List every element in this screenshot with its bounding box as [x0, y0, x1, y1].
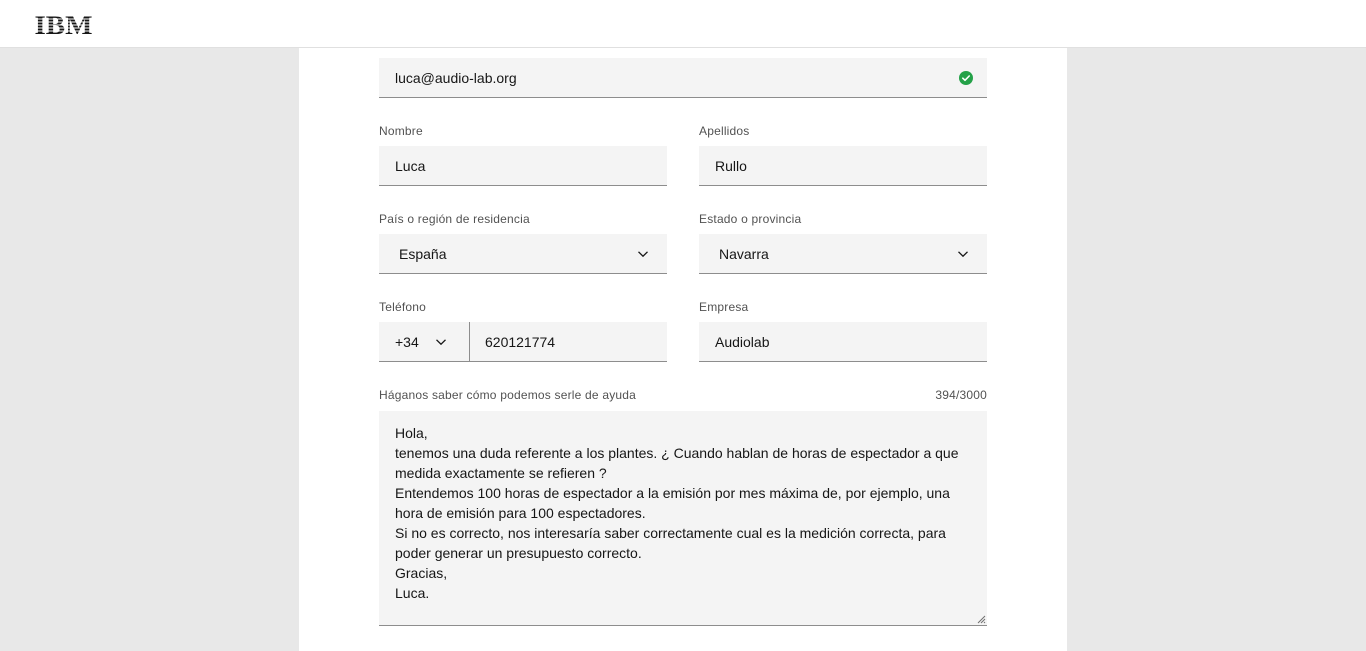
resize-handle-icon[interactable] [976, 614, 986, 624]
message-line: Entendemos 100 horas de espectador a la … [395, 485, 950, 501]
message-label: Háganos saber cómo podemos serle de ayud… [379, 388, 637, 402]
message-line: hora de emisión para 100 espectadores. [395, 505, 646, 521]
state-selected-value: Navarra [719, 245, 769, 262]
first-name-value: Luca [395, 157, 426, 174]
country-select[interactable]: España [379, 234, 667, 274]
character-counter: 394/3000 [935, 388, 987, 402]
company-field[interactable]: Audiolab [699, 322, 987, 362]
contact-form-panel: luca@audio-lab.org Nombre Luca Apellidos… [299, 48, 1067, 651]
phone-label: Teléfono [379, 300, 426, 314]
state-select[interactable]: Navarra [699, 234, 987, 274]
message-line: Luca. [395, 585, 430, 601]
company-label: Empresa [699, 300, 749, 314]
phone-number-value: 620121774 [485, 333, 556, 350]
chevron-down-icon [638, 251, 648, 258]
top-navigation-bar: IBM [0, 0, 1366, 48]
country-selected-value: España [399, 245, 447, 262]
first-name-label: Nombre [379, 124, 423, 138]
phone-field: +34 620121774 [379, 322, 667, 362]
message-line: Gracias, [395, 565, 448, 581]
message-line: Hola, [395, 425, 428, 441]
message-line: tenemos una duda referente a los plantes… [395, 445, 959, 461]
email-value: luca@audio-lab.org [395, 69, 517, 86]
message-line: medida exactamente se refieren ? [395, 465, 607, 481]
last-name-value: Rullo [715, 157, 747, 174]
last-name-field[interactable]: Rullo [699, 146, 987, 186]
message-line: Si no es correcto, nos interesaría saber… [395, 525, 946, 541]
country-label: País o región de residencia [379, 212, 530, 226]
phone-prefix-value: +34 [395, 333, 419, 350]
company-value: Audiolab [715, 333, 770, 350]
message-line: poder generar un presupuesto correcto. [395, 545, 642, 561]
chevron-down-icon [436, 339, 446, 346]
phone-prefix-select[interactable]: +34 [379, 322, 469, 361]
chevron-down-icon [958, 251, 968, 258]
last-name-label: Apellidos [699, 124, 750, 138]
check-circle-icon [959, 71, 973, 85]
email-field[interactable]: luca@audio-lab.org [379, 58, 987, 98]
message-textarea[interactable]: Hola, tenemos una duda referente a los p… [379, 411, 987, 626]
phone-number-input[interactable]: 620121774 [470, 322, 667, 361]
first-name-field[interactable]: Luca [379, 146, 667, 186]
ibm-logo[interactable]: IBM [34, 13, 93, 36]
state-label: Estado o provincia [699, 212, 802, 226]
